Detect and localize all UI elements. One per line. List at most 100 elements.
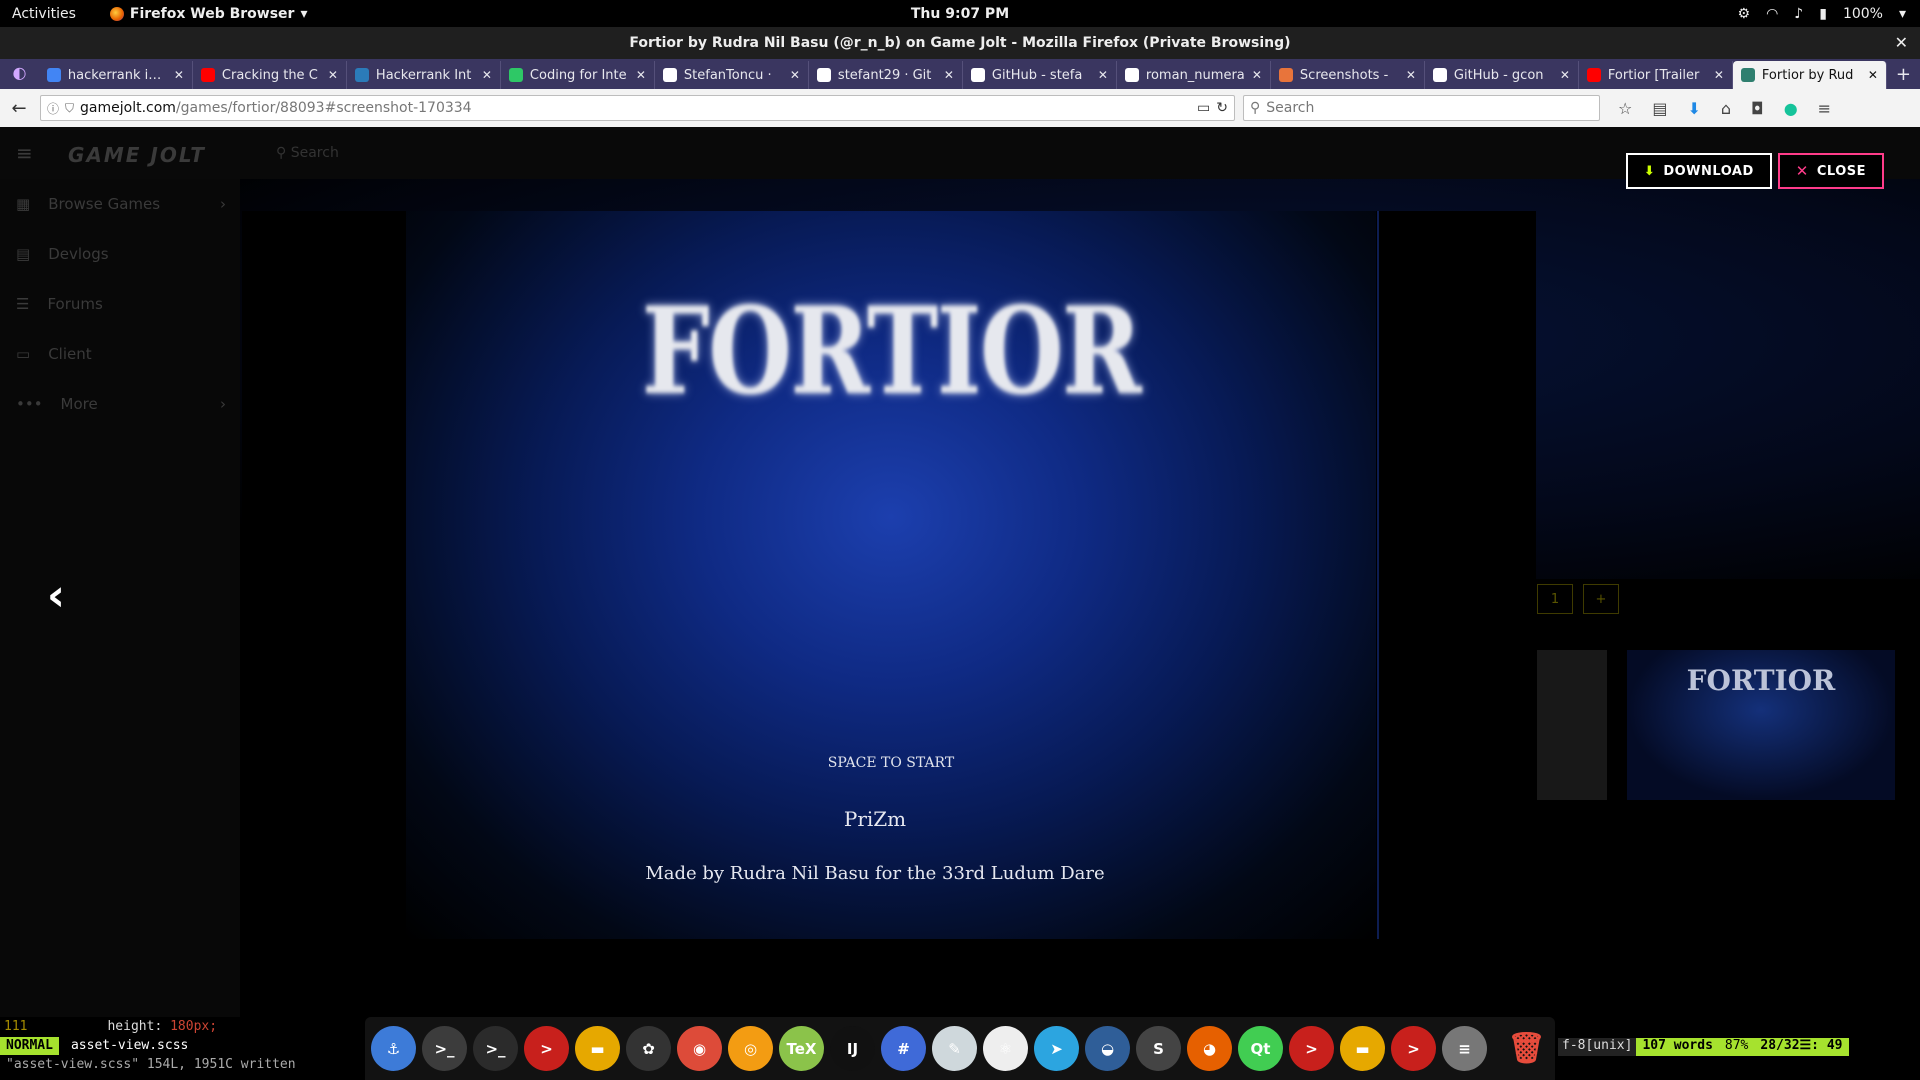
tab-favicon-icon [354,68,369,82]
redis2-icon[interactable]: > [1289,1026,1334,1071]
sidebar-item-more[interactable]: ••• More › [0,379,240,429]
menu-icon[interactable]: ≡ [16,141,33,165]
thumbnail[interactable]: FORTIOR [1627,650,1895,800]
sublime-icon[interactable]: S [1136,1026,1181,1071]
browser-tab[interactable]: StefanToncu · ✕ [655,61,809,89]
trash-icon[interactable]: 🗑 [1504,1026,1549,1071]
pocket-icon[interactable]: ◘ [1751,99,1764,118]
tab-close-icon[interactable]: ✕ [482,68,492,82]
vim-filename: asset-view.scss [70,1038,189,1053]
reader-mode-icon[interactable]: ▭ [1197,100,1210,116]
downloads-icon[interactable]: ⬇ [1687,99,1700,118]
vim-statusline: NORMAL asset-view.scss [0,1037,370,1055]
tab-strip: ◐ hackerrank inte ✕ Cracking the C ✕ Hackerr… [0,59,1920,89]
wifi-icon: ◠ [1766,5,1779,22]
battery-percent: 100% [1842,5,1883,22]
bookmark-star-icon[interactable]: ☆ [1618,99,1632,118]
redis-icon[interactable]: > [524,1026,569,1071]
qt-icon[interactable]: Qt [1238,1026,1283,1071]
sidebar-item-client[interactable]: ▭ Client [0,329,240,379]
tool-icon[interactable]: ✎ [932,1026,977,1071]
browser-tab[interactable]: roman_numera ✕ [1117,61,1271,89]
intellij-icon[interactable]: IJ [830,1026,875,1071]
new-tab-button[interactable]: + [1887,61,1920,89]
firefox-icon[interactable]: ◕ [1187,1026,1232,1071]
background-thumbnails: FORTIOR [1537,650,1920,810]
thumbnail[interactable] [1537,650,1607,800]
site-search-input[interactable]: ⚲ Search [276,145,339,161]
info-icon[interactable]: ⓘ [47,100,59,117]
camera-icon[interactable]: ◎ [728,1026,773,1071]
browser-tab[interactable]: Coding for Inte ✕ [501,61,655,89]
url-bar[interactable]: ⓘ ⛉ gamejolt.com/games/fortior/88093#scr… [40,95,1235,121]
anchor-icon[interactable]: ⚓ [371,1026,416,1071]
gear-icon[interactable]: ✿ [626,1026,671,1071]
tab-close-icon[interactable]: ✕ [1098,68,1108,82]
tab-close-icon[interactable]: ✕ [1406,68,1416,82]
home-icon[interactable]: ⌂ [1721,99,1731,118]
vim-code-line: 111 height: 180px; [0,1017,370,1037]
tracking-shield-icon[interactable]: ⛉ [65,101,74,116]
bookmarks-menu-icon[interactable]: ▤ [1652,99,1667,118]
tab-close-icon[interactable]: ✕ [1868,68,1878,82]
browser-tab[interactable]: stefant29 · Git ✕ [809,61,963,89]
tab-close-icon[interactable]: ✕ [1560,68,1570,82]
vim-line-number: 111 [4,1019,28,1034]
pager-current[interactable]: 1 [1537,584,1573,614]
vim-code: height: [107,1019,171,1034]
vim-terminal: 111 height: 180px; NORMAL asset-view.scss… [0,1017,370,1080]
slack-icon[interactable]: # [881,1026,926,1071]
search-input[interactable]: ⚲ Search [1243,95,1600,121]
sidebar-item-devlogs[interactable]: ▤ Devlogs [0,229,240,279]
page-viewport: ≡ GAME JOLT ⚲ Search ▦ Browse Games › ▤ Devl… [0,127,1920,1017]
tab-close-icon[interactable]: ✕ [944,68,954,82]
browser-tab[interactable]: Screenshots - ✕ [1271,61,1425,89]
pager-plus[interactable]: + [1583,584,1619,614]
hamburger-menu-icon[interactable]: ≡ [1818,99,1831,118]
browser-tab[interactable]: Hackerrank Int ✕ [347,61,501,89]
redis3-icon[interactable]: > [1391,1026,1436,1071]
vim-word-count: 107 words [1636,1038,1719,1056]
tab-close-icon[interactable]: ✕ [1714,68,1724,82]
close-button[interactable]: ✕ CLOSE [1777,153,1884,189]
browser-tab[interactable]: Cracking the C ✕ [193,61,347,89]
clock[interactable]: Thu 9:07 PM [911,6,1009,22]
sidebar-item-forums[interactable]: ☰ Forums [0,279,240,329]
browser-tab[interactable]: GitHub - gcon ✕ [1425,61,1579,89]
download-button[interactable]: ⬇ DOWNLOAD [1625,153,1772,189]
reload-icon[interactable]: ↻ [1216,100,1228,116]
back-button[interactable]: ← [0,98,38,119]
app-menu[interactable]: Firefox Web Browser ▾ [109,6,307,22]
browser-tab[interactable]: Fortior by Rud ✕ [1732,61,1887,89]
files-icon[interactable]: ▬ [575,1026,620,1071]
tab-close-icon[interactable]: ✕ [328,68,338,82]
download-icon: ⬇ [1643,163,1656,179]
battery-icon: ▮ [1819,5,1827,22]
terminal-icon[interactable]: >_ [422,1026,467,1071]
tab-close-icon[interactable]: ✕ [636,68,646,82]
chevron-right-icon: › [220,195,226,213]
browser-tab[interactable]: Fortior [Trailer ✕ [1579,61,1733,89]
previous-screenshot-button[interactable]: ‹ [32,565,80,625]
system-tray[interactable]: ⚙ ◠ ♪ ▮ 100% ▾ [1738,6,1907,22]
tab-close-icon[interactable]: ✕ [790,68,800,82]
tex-icon[interactable]: TeX [779,1026,824,1071]
tab-close-icon[interactable]: ✕ [174,68,184,82]
tab-favicon-icon [1278,68,1293,82]
atom-icon[interactable]: ⚛ [983,1026,1028,1071]
application-dock: ⚓ >_ >_ > ▬ ✿ ◉ ◎ TeX IJ # ✎ ⚛ ➤ ◒ S ◕ Qt > ▬ > ≡ 🗑 [365,1017,1555,1080]
terminal-alt-icon[interactable]: >_ [473,1026,518,1071]
tab-close-icon[interactable]: ✕ [1252,68,1262,82]
browser-tab[interactable]: hackerrank inte ✕ [39,61,193,89]
window-close-button[interactable]: ✕ [1895,27,1908,59]
gamejolt-logo[interactable]: GAME JOLT [68,143,206,167]
activities-button[interactable]: Activities [12,6,76,22]
folder-icon[interactable]: ▬ [1340,1026,1385,1071]
blender-icon[interactable]: ◒ [1085,1026,1130,1071]
telegram-icon[interactable]: ➤ [1034,1026,1079,1071]
chrome-icon[interactable]: ◉ [677,1026,722,1071]
browser-tab[interactable]: GitHub - stefa ✕ [963,61,1117,89]
text-editor-icon[interactable]: ≡ [1442,1026,1487,1071]
sidebar-item-browse-games[interactable]: ▦ Browse Games › [0,179,240,229]
grammarly-icon[interactable]: ● [1784,99,1798,118]
